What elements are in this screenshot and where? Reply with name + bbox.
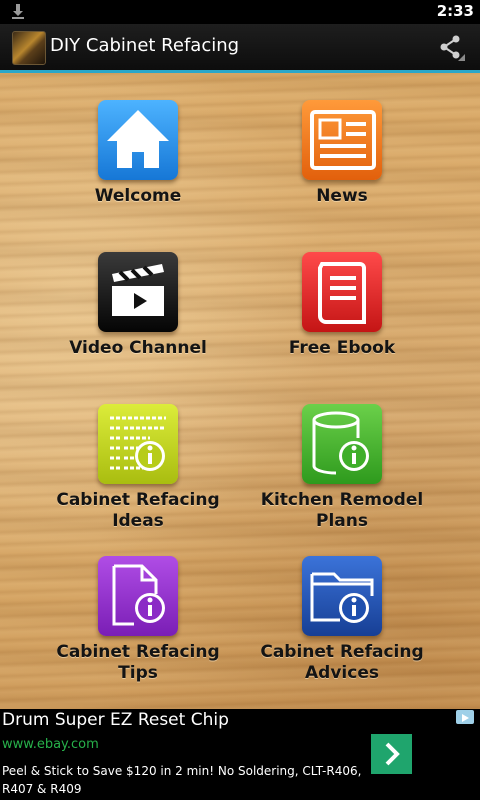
- download-icon: [12, 4, 24, 19]
- chevron-right-icon: [385, 742, 400, 766]
- adchoices-icon[interactable]: [456, 710, 474, 724]
- menu-item-label-line2: Tips: [118, 663, 158, 683]
- ad-go-button[interactable]: [371, 734, 412, 774]
- menu-item-cabinet-refacing-ideas[interactable]: Cabinet Refacing Ideas: [38, 404, 238, 532]
- menu-item-label: Cabinet Refacing Tips: [38, 642, 238, 684]
- menu-item-label: News: [316, 186, 368, 206]
- menu-item-label: Cabinet Refacing Advices: [242, 642, 442, 684]
- ad-description: Peel & Stick to Save $120 in 2 min! No S…: [2, 764, 362, 796]
- database-info-icon: [302, 404, 382, 484]
- ad-title[interactable]: Drum Super EZ Reset Chip: [2, 710, 229, 730]
- share-icon[interactable]: [438, 35, 466, 61]
- action-bar: DIY Cabinet Refacing: [0, 24, 480, 73]
- app-title: DIY Cabinet Refacing: [50, 35, 240, 56]
- menu-item-label: Video Channel: [69, 338, 207, 358]
- ad-url[interactable]: www.ebay.com: [2, 737, 99, 752]
- folder-info-icon: [302, 556, 382, 636]
- menu-grid: Welcome News Video Channel Free Ebook Ca…: [0, 73, 480, 709]
- menu-item-welcome[interactable]: Welcome: [38, 100, 238, 207]
- menu-item-label-line2: Advices: [305, 663, 379, 683]
- menu-item-label: Welcome: [94, 186, 182, 206]
- menu-item-label: Cabinet Refacing Ideas: [38, 490, 238, 532]
- menu-item-label: Kitchen Remodel Plans: [242, 490, 442, 532]
- clapperboard-icon: [98, 252, 178, 332]
- menu-item-label-line1: Cabinet Refacing: [56, 490, 220, 510]
- home-icon: [98, 100, 178, 180]
- menu-item-label-line2: Ideas: [112, 511, 164, 531]
- menu-item-label-line1: Cabinet Refacing: [56, 642, 220, 662]
- menu-item-cabinet-refacing-tips[interactable]: Cabinet Refacing Tips: [38, 556, 238, 684]
- menu-item-video-channel[interactable]: Video Channel: [38, 252, 238, 359]
- ad-banner[interactable]: Drum Super EZ Reset Chip www.ebay.com Pe…: [0, 709, 480, 800]
- menu-item-label-line1: Kitchen Remodel: [260, 490, 424, 510]
- menu-item-kitchen-remodel-plans[interactable]: Kitchen Remodel Plans: [242, 404, 442, 532]
- book-icon: [302, 252, 382, 332]
- document-info-icon: [98, 556, 178, 636]
- list-info-icon: [98, 404, 178, 484]
- newspaper-icon: [302, 100, 382, 180]
- menu-item-free-ebook[interactable]: Free Ebook: [242, 252, 442, 359]
- menu-item-label-line2: Plans: [316, 511, 368, 531]
- app-logo-icon[interactable]: [12, 31, 46, 65]
- status-bar: 2:33: [0, 0, 480, 24]
- menu-item-news[interactable]: News: [242, 100, 442, 207]
- status-time: 2:33: [436, 2, 474, 20]
- menu-item-label-line1: Cabinet Refacing: [260, 642, 424, 662]
- menu-item-cabinet-refacing-advices[interactable]: Cabinet Refacing Advices: [242, 556, 442, 684]
- menu-item-label: Free Ebook: [288, 338, 396, 358]
